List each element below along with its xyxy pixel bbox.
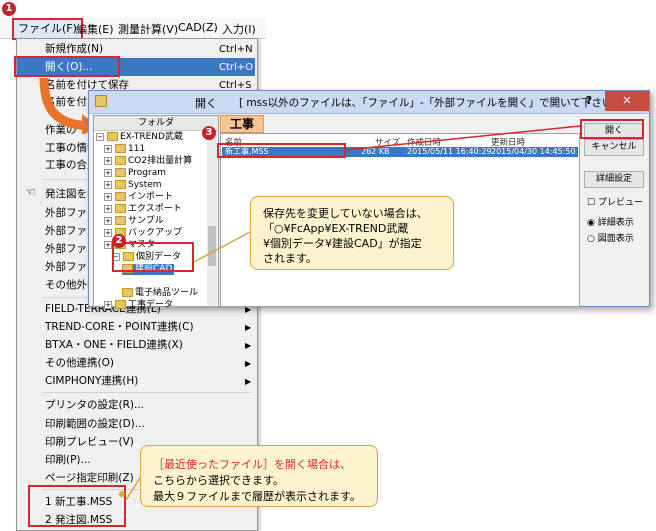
step-badge-2: 2: [112, 234, 126, 248]
step-badge-3: 3: [202, 126, 216, 140]
recent-files-callout: ［最近使ったファイル］を開く場合は、 こちらから選択できます。 最大９ファイルま…: [140, 445, 378, 507]
callout-line: 最大９ファイルまで履歴が表示されます。: [153, 490, 361, 503]
callout-line: 「○¥FcApp¥EX-TREND武蔵: [263, 222, 409, 235]
save-location-callout: 保存先を変更していない場合は、 「○¥FcApp¥EX-TREND武蔵 ¥個別デ…: [250, 196, 454, 270]
callout-line: されます。: [263, 252, 317, 265]
callout-line: ¥個別データ¥建設CAD」が指定: [263, 237, 422, 250]
callout-line: ［最近使ったファイル］を開く場合は、: [153, 458, 351, 471]
callout-line: 保存先を変更していない場合は、: [263, 207, 428, 220]
callout-line: こちらから選択できます。: [153, 474, 284, 487]
